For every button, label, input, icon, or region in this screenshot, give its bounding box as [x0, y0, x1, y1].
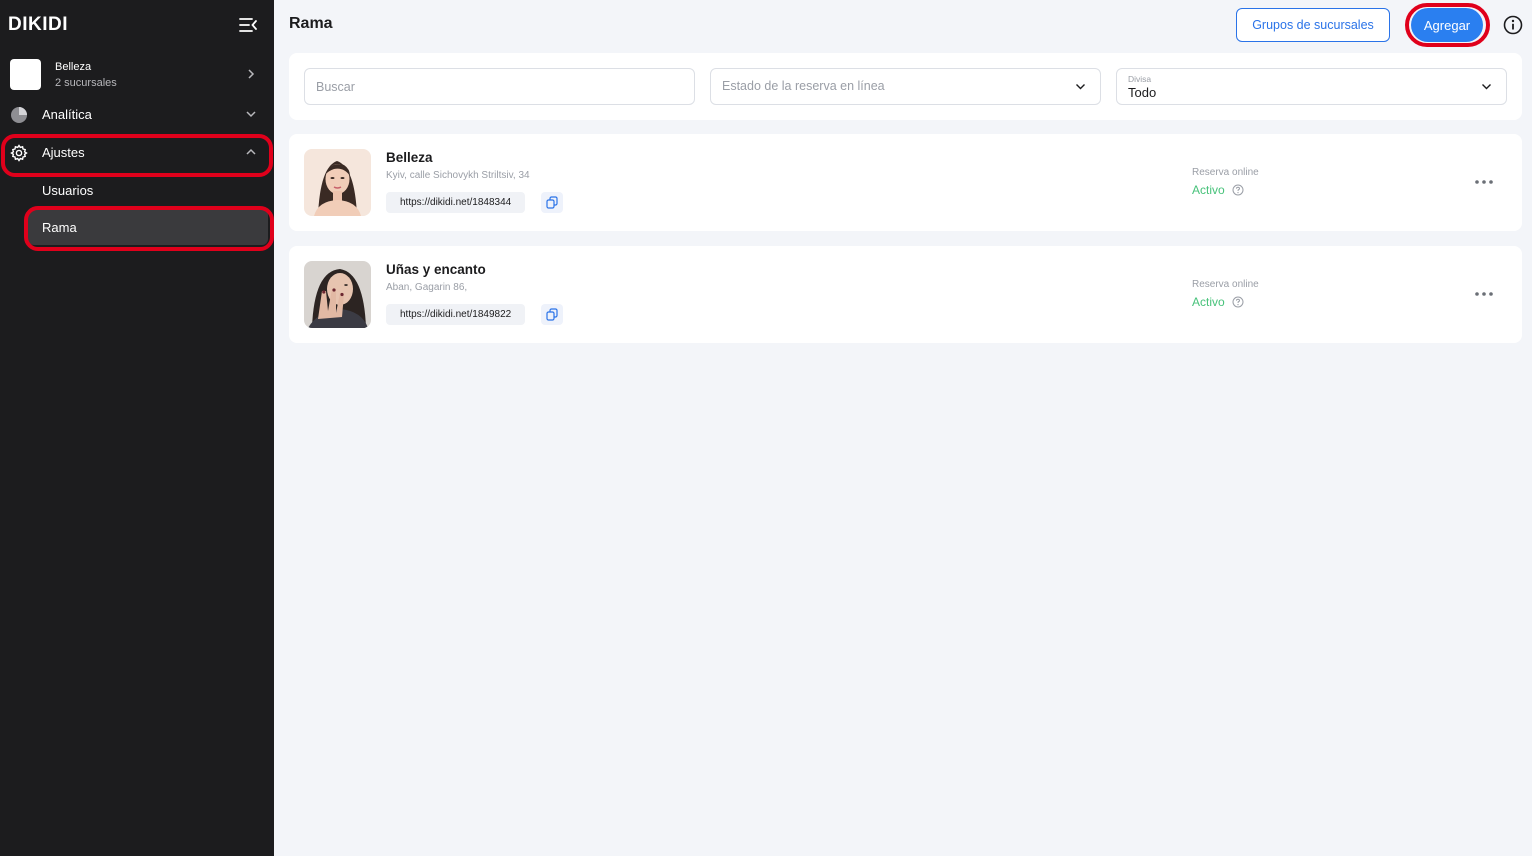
branch-link[interactable]: https://dikidi.net/1848344 — [386, 192, 526, 213]
branch-card: Belleza Kyiv, calle Sichovykh Striltsiv,… — [289, 134, 1522, 231]
sidebar: DIKIDI Belleza 2 sucursales Analítica Aj… — [0, 0, 274, 856]
branch-groups-button[interactable]: Grupos de sucursales — [1236, 8, 1390, 42]
help-icon[interactable] — [1232, 296, 1244, 308]
copy-icon — [546, 196, 558, 209]
online-reservation-status: Activo — [1192, 183, 1225, 197]
company-subtitle: 2 sucursales — [55, 77, 117, 89]
sidebar-item-label: Ajustes — [42, 145, 85, 160]
online-reservation-status: Activo — [1192, 295, 1225, 309]
search-input[interactable] — [305, 69, 694, 104]
online-reservation-label: Reserva online — [1192, 279, 1259, 290]
pie-chart-icon — [11, 107, 27, 123]
sidebar-subitem-label: Usuarios — [42, 183, 94, 198]
branch-name: Uñas y encanto — [386, 262, 486, 277]
branch-address: Aban, Gagarin 86, — [386, 282, 468, 293]
currency-select[interactable]: Divisa Todo — [1116, 68, 1507, 105]
chevron-down-icon — [1482, 84, 1491, 90]
chevron-down-icon — [246, 111, 256, 118]
sidebar-subitem-label: Rama — [42, 220, 77, 235]
branch-card: Uñas y encanto Aban, Gagarin 86, https:/… — [289, 246, 1522, 343]
sidebar-item-analitica[interactable]: Analítica — [0, 100, 274, 130]
branch-avatar — [304, 149, 371, 216]
company-name: Belleza — [55, 61, 92, 73]
help-icon[interactable] — [1232, 184, 1244, 196]
more-options-icon[interactable] — [1472, 286, 1496, 302]
filter-bar: Estado de la reserva en línea Divisa Tod… — [289, 53, 1522, 120]
search-field — [304, 68, 695, 105]
copy-link-button[interactable] — [541, 192, 563, 213]
reservation-status-placeholder: Estado de la reserva en línea — [722, 79, 885, 93]
sidebar-item-ajustes[interactable]: Ajustes — [0, 138, 274, 168]
collapse-menu-icon[interactable] — [238, 16, 258, 34]
company-switcher[interactable]: Belleza 2 sucursales — [10, 58, 264, 92]
add-button[interactable]: Agregar — [1411, 8, 1483, 42]
branch-address: Kyiv, calle Sichovykh Striltsiv, 34 — [386, 170, 530, 181]
currency-label: Divisa — [1128, 74, 1152, 84]
logo: DIKIDI — [8, 14, 68, 35]
info-icon[interactable] — [1503, 15, 1523, 35]
copy-icon — [546, 308, 558, 321]
gear-icon — [10, 144, 28, 162]
company-thumbnail — [10, 59, 41, 90]
copy-link-button[interactable] — [541, 304, 563, 325]
page-title: Rama — [289, 15, 333, 32]
branch-name: Belleza — [386, 150, 433, 165]
branch-link[interactable]: https://dikidi.net/1849822 — [386, 304, 526, 325]
sidebar-subitem-usuarios[interactable]: Usuarios — [28, 172, 268, 208]
branch-avatar — [304, 261, 371, 328]
reservation-status-select[interactable]: Estado de la reserva en línea — [710, 68, 1101, 105]
chevron-down-icon — [1076, 84, 1085, 90]
sidebar-item-label: Analítica — [42, 107, 92, 122]
currency-value: Todo — [1128, 85, 1157, 100]
more-options-icon[interactable] — [1472, 174, 1496, 190]
online-reservation-label: Reserva online — [1192, 167, 1259, 178]
chevron-up-icon — [246, 148, 256, 155]
chevron-right-icon — [248, 69, 255, 79]
sidebar-subitem-rama[interactable]: Rama — [28, 209, 268, 245]
